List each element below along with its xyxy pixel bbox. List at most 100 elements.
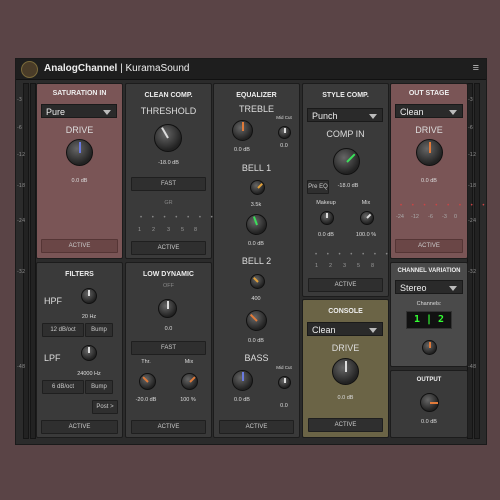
title-separator: | [120, 63, 123, 74]
out-stage-panel: OUT STAGE Clean DRIVE 0.0 dB • • • • • •… [390, 83, 484, 259]
bell2-label: BELL 2 [241, 256, 272, 266]
hpf-label: HPF [44, 296, 62, 306]
plugin-window: AnalogChannel | KuramaSound ≡ -3 -6 -12 … [15, 58, 487, 445]
saturation-mode-dropdown[interactable]: Pure [41, 104, 117, 118]
hpf-bump-button[interactable]: Bump [85, 323, 113, 337]
knob-pointer [241, 371, 244, 381]
saturation-panel: SATURATION IN Pure DRIVE 0.0 dB ACTIVE [36, 83, 123, 259]
knob-pointer [249, 313, 258, 322]
mix-value: 100 % [180, 397, 196, 403]
mix-knob[interactable] [181, 373, 198, 390]
console-panel: CONSOLE Clean DRIVE 0.0 dB ACTIVE [302, 299, 389, 438]
channel-mode-dropdown[interactable]: Stereo [395, 280, 463, 294]
hpf-knob[interactable] [81, 288, 97, 304]
style-comp-active-button[interactable]: ACTIVE [308, 278, 383, 292]
out-stage-mode-dropdown[interactable]: Clean [395, 104, 463, 118]
treble-label: TREBLE [238, 104, 274, 114]
saturation-active-button[interactable]: ACTIVE [41, 239, 118, 253]
knob-pointer [366, 213, 372, 219]
pre-eq-button[interactable]: Pre EQ [307, 180, 329, 194]
chevron-down-icon [103, 110, 111, 115]
knob-label: THRESHOLD [140, 106, 197, 116]
gr-scale-label: 3 [343, 263, 347, 269]
plugin-title: AnalogChannel | KuramaSound [44, 63, 189, 74]
makeup-knob[interactable] [320, 211, 334, 225]
knob-label: DRIVE [415, 125, 443, 135]
equalizer-active-button[interactable]: ACTIVE [219, 420, 294, 434]
filters-active-button[interactable]: ACTIVE [41, 420, 118, 434]
knob-pointer [428, 141, 431, 153]
dropdown-value: Punch [312, 111, 338, 121]
gr-scale-label: 5 [181, 227, 185, 233]
scale-label: -18 [468, 183, 477, 189]
drive-knob[interactable] [66, 139, 93, 166]
console-active-button[interactable]: ACTIVE [308, 418, 383, 432]
output-knob[interactable] [420, 393, 439, 412]
knob-pointer [252, 215, 258, 225]
threshold-knob[interactable] [154, 124, 182, 152]
out-stage-drive-knob[interactable] [416, 139, 443, 166]
scale-label: -3 [468, 97, 473, 103]
low-dynamic-knob[interactable] [158, 299, 177, 318]
makeup-value: 0.0 dB [318, 232, 334, 238]
knob-pointer [252, 276, 259, 283]
out-stage-meter: • • • • • • • • [400, 203, 489, 209]
gr-scale-label: 5 [357, 263, 361, 269]
bass-knob[interactable] [232, 370, 253, 391]
treble-midcut-knob[interactable] [278, 126, 291, 139]
post-button[interactable]: Post > [92, 400, 118, 414]
scale-label: -32 [17, 269, 26, 275]
input-meter-left [23, 83, 29, 439]
low-dynamic-speed-button[interactable]: FAST [131, 341, 206, 355]
chevron-down-icon [449, 110, 457, 115]
chevron-down-icon [449, 286, 457, 291]
console-mode-dropdown[interactable]: Clean [307, 322, 383, 336]
lpf-slope-button[interactable]: 6 dB/oct [42, 380, 84, 394]
bass-label: BASS [244, 353, 269, 363]
gr-scale-label: 8 [194, 227, 198, 233]
knob-pointer [283, 127, 286, 133]
bell2-freq-knob[interactable] [250, 274, 265, 289]
menu-icon[interactable]: ≡ [473, 62, 479, 74]
panel-title: OUT STAGE [408, 90, 450, 97]
lpf-value: 24000 Hz [77, 371, 101, 377]
bell1-gain-knob[interactable] [246, 214, 267, 235]
scale-label: -24 [468, 218, 477, 224]
scale-label: -3 [17, 97, 22, 103]
clean-comp-speed-button[interactable]: FAST [131, 177, 206, 191]
lpf-bump-button[interactable]: Bump [85, 380, 113, 394]
low-dynamic-active-button[interactable]: ACTIVE [131, 420, 206, 434]
panel-title: EQUALIZER [236, 92, 277, 99]
out-scale-label: -12 [411, 214, 419, 220]
channels-label: Channels: [416, 301, 442, 307]
vendor-name: KuramaSound [125, 63, 190, 74]
lpf-label: LPF [44, 353, 61, 363]
gr-label: GR [164, 200, 173, 206]
bass-midcut-knob[interactable] [278, 376, 291, 389]
out-stage-active-button[interactable]: ACTIVE [395, 239, 463, 253]
comp-in-knob[interactable] [333, 148, 360, 175]
out-scale-label: 0 [454, 214, 458, 220]
mix-knob[interactable] [360, 211, 374, 225]
scale-label: -32 [468, 269, 477, 275]
out-scale-label: -24 [396, 214, 404, 220]
makeup-label: Makeup [316, 200, 336, 206]
clean-comp-active-button[interactable]: ACTIVE [131, 241, 206, 255]
hpf-value: 20 Hz [81, 314, 97, 320]
thr-knob[interactable] [139, 373, 156, 390]
bell1-freq-knob[interactable] [250, 180, 265, 195]
lpf-knob[interactable] [81, 345, 97, 361]
drive-value: 0.0 dB [71, 178, 88, 184]
thr-value: -20.0 dB [135, 397, 157, 403]
knob-pointer [241, 121, 244, 131]
console-drive-knob[interactable] [332, 358, 359, 385]
comp-in-value: -18.0 dB [337, 183, 359, 189]
bell2-gain-knob[interactable] [246, 310, 267, 331]
treble-knob[interactable] [232, 120, 253, 141]
bass-midcut-label: Mid Cut [276, 365, 292, 370]
knob-pointer [141, 375, 149, 383]
style-comp-mode-dropdown[interactable]: Punch [307, 108, 383, 122]
bell1-label: BELL 1 [241, 163, 272, 173]
hpf-slope-button[interactable]: 12 dB/oct [42, 323, 84, 337]
channel-variation-knob[interactable] [422, 340, 437, 355]
